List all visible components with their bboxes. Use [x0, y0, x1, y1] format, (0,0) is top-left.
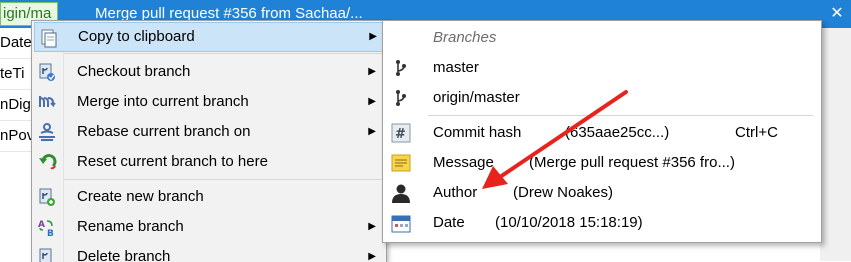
checkout-branch-icon — [39, 63, 55, 81]
submenu-arrow-icon: ▶ — [369, 31, 377, 42]
branch-icon — [396, 90, 406, 106]
person-icon — [392, 184, 410, 203]
menu-item-label: Copy to clipboard — [78, 28, 195, 45]
submenu-item-commit-hash[interactable]: # Commit hash (635aae25cc...) Ctrl+C — [383, 118, 821, 148]
submenu-item-label: origin/master — [433, 89, 520, 106]
menu-item-reset-current-branch[interactable]: Reset current branch to here — [34, 147, 384, 177]
message-icon — [391, 154, 411, 172]
copy-to-clipboard-submenu: Branches master origin/master # Commit h… — [382, 20, 822, 243]
keyboard-shortcut: Ctrl+C — [735, 124, 778, 141]
submenu-item-branch-master[interactable]: master — [383, 53, 821, 83]
delete-branch-icon — [39, 248, 52, 262]
menu-item-merge-into-current-branch[interactable]: Merge into current branch ▶ — [34, 87, 384, 117]
menu-item-label: Rebase current branch on — [77, 123, 251, 140]
submenu-arrow-icon: ▶ — [368, 96, 376, 107]
merge-icon — [39, 96, 56, 108]
calendar-icon — [391, 215, 411, 233]
reset-icon — [39, 154, 57, 170]
menu-item-label: Rename branch — [77, 218, 184, 235]
menu-item-label: Merge into current branch — [77, 93, 249, 110]
menu-item-label: Checkout branch — [77, 63, 191, 80]
svg-text:B: B — [47, 229, 54, 237]
author-value: (Drew Noakes) — [513, 184, 614, 201]
menu-separator — [64, 179, 384, 180]
menu-item-rebase-current-branch-on[interactable]: Rebase current branch on ▶ — [34, 117, 384, 147]
create-branch-icon — [39, 188, 55, 206]
menu-item-create-new-branch[interactable]: Create new branch — [34, 182, 384, 212]
commit-hash-value: (635aae25cc...) — [565, 124, 670, 141]
menu-item-label: Reset current branch to here — [77, 153, 268, 170]
background-right-panel — [820, 28, 851, 261]
submenu-header-branches: Branches — [383, 23, 821, 53]
submenu-item-label: Date — [433, 214, 465, 231]
clipboard-icon — [41, 29, 57, 48]
submenu-item-date[interactable]: Date (10/10/2018 15:18:19) — [383, 208, 821, 238]
submenu-header-label: Branches — [433, 29, 497, 46]
submenu-item-message[interactable]: Message (Merge pull request #356 fro...) — [383, 148, 821, 178]
submenu-item-branch-origin-master[interactable]: origin/master — [383, 83, 821, 113]
submenu-separator — [428, 115, 813, 116]
submenu-item-author[interactable]: Author (Drew Noakes) — [383, 178, 821, 208]
rename-branch-icon: A B — [38, 220, 54, 237]
submenu-arrow-icon: ▶ — [368, 221, 376, 232]
menu-separator — [64, 53, 384, 54]
branch-icon — [396, 60, 406, 76]
menu-item-label: Delete branch — [77, 248, 171, 262]
context-menu: Copy to clipboard ▶ Checkout branch ▶ Me… — [31, 20, 387, 262]
submenu-arrow-icon: ▶ — [368, 126, 376, 137]
date-value: (10/10/2018 15:18:19) — [495, 214, 643, 231]
submenu-item-label: master — [433, 59, 479, 76]
submenu-arrow-icon: ▶ — [368, 251, 376, 262]
menu-item-delete-branch[interactable]: Delete branch ▶ — [34, 242, 384, 262]
menu-item-checkout-branch[interactable]: Checkout branch ▶ — [34, 57, 384, 87]
menu-item-rename-branch[interactable]: A B Rename branch ▶ — [34, 212, 384, 242]
close-icon[interactable]: ✕ — [823, 0, 851, 28]
menu-item-label: Create new branch — [77, 188, 204, 205]
svg-text:A: A — [38, 220, 45, 230]
submenu-item-label: Author — [433, 184, 478, 201]
hash-icon: # — [391, 123, 411, 143]
submenu-item-label: Message — [433, 154, 494, 171]
submenu-item-label: Commit hash — [433, 124, 522, 141]
submenu-arrow-icon: ▶ — [368, 66, 376, 77]
rebase-icon — [39, 123, 55, 141]
commit-message-value: (Merge pull request #356 fro...) — [529, 154, 735, 171]
menu-item-copy-to-clipboard[interactable]: Copy to clipboard ▶ — [34, 22, 386, 52]
svg-text:#: # — [395, 127, 406, 142]
